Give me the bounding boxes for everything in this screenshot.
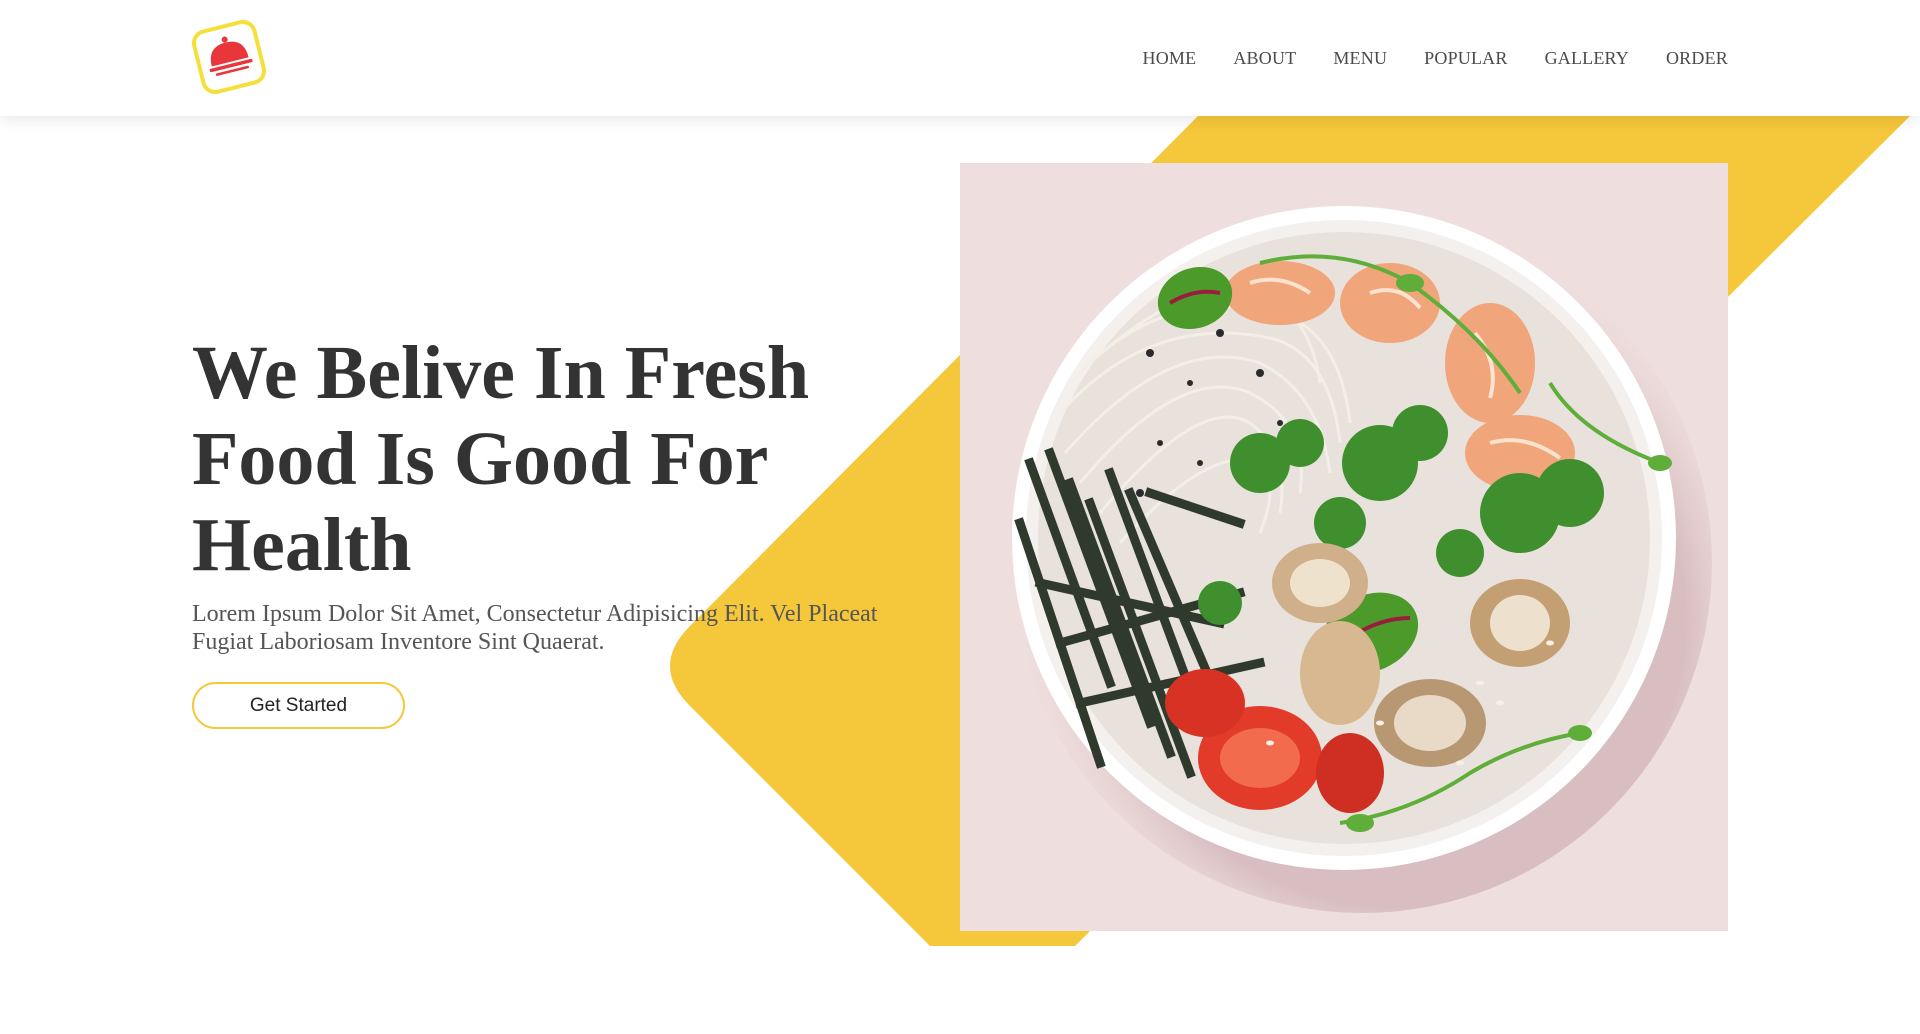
hero-text: We Belive In Fresh Food Is Good For Heal… (192, 330, 952, 656)
nav-about[interactable]: ABOUT (1233, 48, 1296, 69)
nav-popular[interactable]: POPULAR (1424, 48, 1507, 69)
hero-description: Lorem Ipsum Dolor Sit Amet, Consectetur … (192, 601, 878, 655)
site-header: HOME ABOUT MENU POPULAR GALLERY ORDER (0, 0, 1920, 116)
nav-home[interactable]: HOME (1143, 48, 1197, 69)
restaurant-cloche-icon (191, 19, 267, 95)
hero-food-image (960, 163, 1728, 931)
nav-menu[interactable]: MENU (1333, 48, 1387, 69)
main-nav: HOME ABOUT MENU POPULAR GALLERY ORDER (1143, 0, 1728, 116)
logo[interactable] (190, 18, 268, 96)
nav-gallery[interactable]: GALLERY (1545, 48, 1629, 69)
hero-title: We Belive In Fresh Food Is Good For Heal… (192, 331, 810, 587)
food-bowl-illustration (960, 163, 1728, 931)
get-started-button[interactable]: Get Started (192, 682, 405, 729)
nav-order[interactable]: ORDER (1666, 48, 1728, 69)
